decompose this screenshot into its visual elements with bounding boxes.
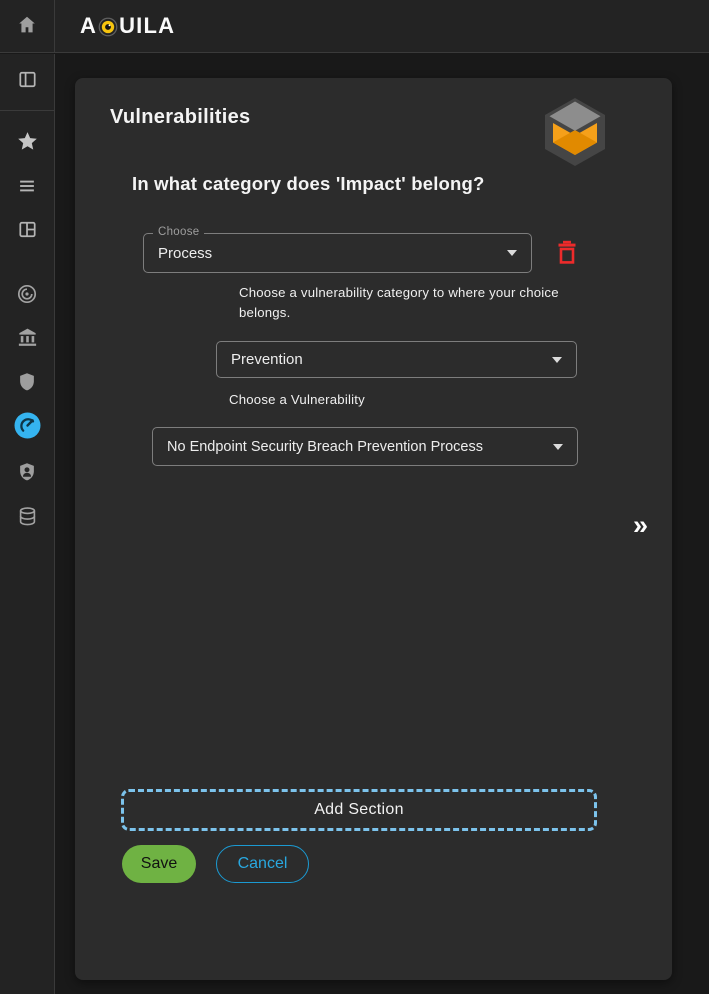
sidebar-item-tracking[interactable] xyxy=(0,282,54,310)
sidebar-item-assessment-active[interactable] xyxy=(0,414,54,442)
page-title: Vulnerabilities xyxy=(110,106,250,129)
brand-logo: A UILA xyxy=(80,13,175,39)
vulnerability-type-select-value: Prevention xyxy=(231,351,303,368)
vulnerability-helper-text: Choose a Vulnerability xyxy=(229,390,365,410)
aquila-eye-icon xyxy=(98,17,118,37)
brand-text-prefix: A xyxy=(80,13,97,39)
chevron-down-icon xyxy=(553,444,563,450)
home-icon xyxy=(16,14,38,39)
sidebar-item-institution[interactable] xyxy=(0,326,54,354)
sidebar-item-panel[interactable] xyxy=(0,54,54,111)
double-chevron-right-icon[interactable]: » xyxy=(633,512,648,539)
vulnerability-select[interactable]: No Endpoint Security Breach Prevention P… xyxy=(152,427,578,466)
vulnerability-type-select[interactable]: Prevention xyxy=(216,341,577,378)
menu-icon xyxy=(16,175,38,202)
sidebar-item-data[interactable] xyxy=(0,505,54,533)
user-shield-icon xyxy=(16,461,38,488)
cube-box-icon xyxy=(543,98,607,171)
category-select-label: Choose xyxy=(153,226,204,238)
star-icon xyxy=(16,130,39,158)
gauge-icon xyxy=(14,412,41,444)
dashboard-layout-icon xyxy=(16,218,39,246)
chevron-down-icon xyxy=(507,250,517,256)
chevron-down-icon xyxy=(552,357,562,363)
topbar: A UILA xyxy=(0,0,709,53)
sidebar-item-security[interactable] xyxy=(0,370,54,398)
question-text: In what category does 'Impact' belong? xyxy=(132,173,485,195)
sidebar-item-favorites[interactable] xyxy=(0,130,54,158)
delete-section-button[interactable] xyxy=(554,240,580,266)
bank-icon xyxy=(16,326,39,354)
category-helper-text: Choose a vulnerability category to where… xyxy=(239,283,561,323)
sidebar-item-menu[interactable] xyxy=(0,174,54,202)
sidebar-item-dashboard[interactable] xyxy=(0,218,54,246)
sidebar xyxy=(0,54,55,994)
category-select[interactable]: Choose Process xyxy=(143,233,532,273)
side-panel-icon xyxy=(16,68,39,96)
trash-icon xyxy=(556,240,578,267)
add-section-button[interactable]: Add Section xyxy=(121,789,597,831)
home-button[interactable] xyxy=(0,0,55,53)
radar-icon xyxy=(15,282,39,311)
shield-icon xyxy=(16,371,38,398)
cancel-button[interactable]: Cancel xyxy=(216,845,309,883)
brand-text-suffix: UILA xyxy=(119,13,175,39)
sidebar-item-admin[interactable] xyxy=(0,460,54,488)
vulnerability-select-value: No Endpoint Security Breach Prevention P… xyxy=(167,439,483,455)
category-select-value: Process xyxy=(158,245,212,262)
save-button[interactable]: Save xyxy=(122,845,196,883)
vulnerabilities-card: Vulnerabilities In what category does 'I… xyxy=(75,78,672,980)
database-icon xyxy=(16,505,39,533)
